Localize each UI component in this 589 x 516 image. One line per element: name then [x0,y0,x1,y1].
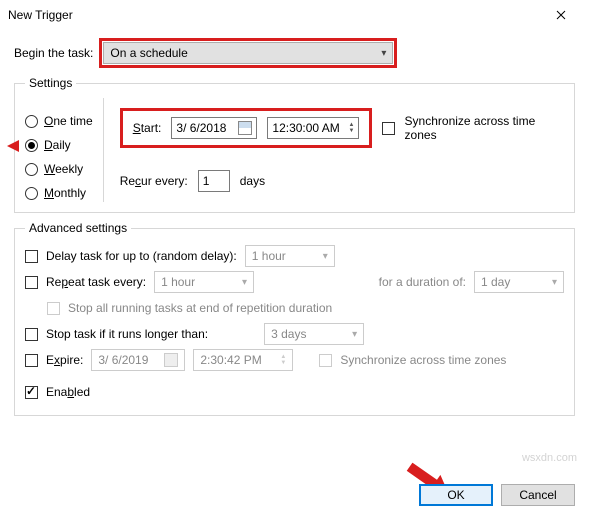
repeat-checkbox[interactable] [25,276,38,289]
spinner-icon: ▲▼ [280,354,286,366]
radio-daily[interactable]: Daily [25,138,93,152]
expire-date-input[interactable]: 3/ 6/2019 [91,349,185,371]
expire-checkbox[interactable] [25,354,38,367]
begin-task-dropdown[interactable]: On a schedule ▾ [103,42,393,64]
delay-checkbox[interactable] [25,250,38,263]
chevron-down-icon: ▾ [381,48,386,59]
chevron-down-icon: ▾ [552,277,557,288]
repeat-duration-dropdown[interactable]: 1 day ▾ [474,271,564,293]
stopall-checkbox [47,302,60,315]
begin-task-label: Begin the task: [14,46,93,60]
expire-sync-checkbox [319,354,332,367]
stoplong-dropdown[interactable]: 3 days ▾ [264,323,364,345]
chevron-down-icon: ▾ [323,251,328,262]
window-title: New Trigger [8,8,541,22]
repeat-duration-value: 1 day [481,275,510,289]
chevron-down-icon: ▾ [352,329,357,340]
stoplong-checkbox[interactable] [25,328,38,341]
close-icon[interactable] [541,0,581,30]
radio-onetime[interactable]: One time [25,114,93,128]
calendar-icon [164,353,178,367]
radio-monthly[interactable]: Monthly [25,186,93,200]
stoplong-value: 3 days [271,327,306,341]
sync-timezones-checkbox[interactable] [382,122,394,135]
delay-value: 1 hour [252,249,286,263]
recur-label: Recur every: [120,174,188,188]
settings-legend: Settings [25,76,76,90]
recur-value-input[interactable]: 1 [198,170,230,192]
calendar-icon[interactable] [238,121,252,135]
ok-button[interactable]: OK [419,484,493,506]
recur-unit: days [240,174,265,188]
expire-date-value: 3/ 6/2019 [98,353,148,367]
repeat-interval-value: 1 hour [161,275,195,289]
titlebar: New Trigger [0,0,589,30]
expire-time-input[interactable]: 2:30:42 PM ▲▼ [193,349,293,371]
frequency-options: One time Daily Weekly Monthly [25,98,93,202]
radio-icon [25,163,38,176]
spinner-icon[interactable]: ▲▼ [348,122,354,134]
repeat-interval-dropdown[interactable]: 1 hour ▾ [154,271,254,293]
delay-dropdown[interactable]: 1 hour ▾ [245,245,335,267]
advanced-settings-group: Advanced settings Delay task for up to (… [14,221,575,416]
start-time-input[interactable]: 12:30:00 AM ▲▼ [267,117,359,139]
expire-time-value: 2:30:42 PM [200,353,261,367]
delay-label: Delay task for up to (random delay): [46,249,237,263]
settings-group: Settings One time Daily Weekly [14,76,575,213]
chevron-down-icon: ▾ [242,277,247,288]
sync-timezones-label: Synchronize across time zones [405,114,558,142]
radio-icon [25,139,38,152]
radio-icon [25,115,38,128]
expire-sync-label: Synchronize across time zones [340,353,506,367]
stopall-label: Stop all running tasks at end of repetit… [68,301,332,315]
start-date-input[interactable]: 3/ 6/2018 [171,117,257,139]
watermark: wsxdn.com [522,452,577,464]
radio-icon [25,187,38,200]
begin-task-value: On a schedule [110,46,187,60]
advanced-legend: Advanced settings [25,221,131,235]
start-date-value: 3/ 6/2018 [176,121,226,135]
annotation-arrow-icon [7,140,19,152]
start-time-value: 12:30:00 AM [272,121,339,135]
radio-weekly[interactable]: Weekly [25,162,93,176]
enabled-checkbox[interactable] [25,386,38,399]
duration-label: for a duration of: [379,275,466,289]
cancel-button[interactable]: Cancel [501,484,575,506]
